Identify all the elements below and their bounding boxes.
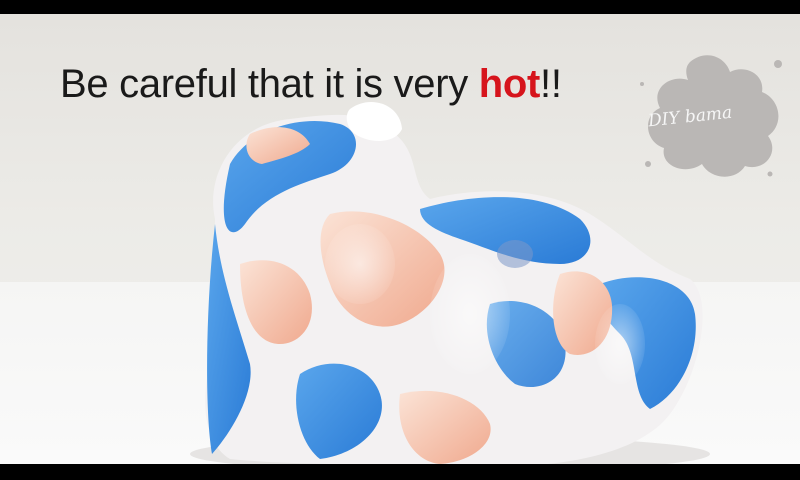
- caption-highlight: hot: [478, 62, 541, 106]
- caption-text-after: !!: [540, 62, 562, 106]
- caption-text-before: Be careful that it is very: [60, 62, 479, 106]
- warning-caption: Be careful that it is very hot!!: [60, 62, 562, 107]
- video-scene: Be careful that it is very hot!! DIY bam…: [0, 14, 800, 464]
- video-frame: Be careful that it is very hot!! DIY bam…: [0, 0, 800, 480]
